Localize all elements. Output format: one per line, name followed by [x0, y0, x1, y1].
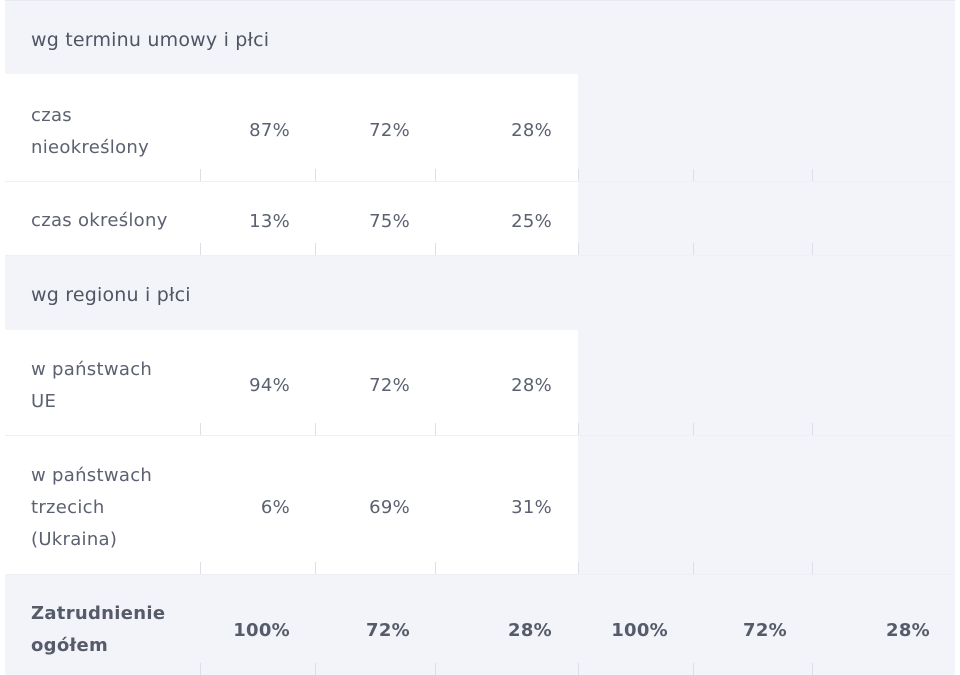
value-cell: 31%: [511, 497, 552, 518]
value-cell: 25%: [511, 211, 552, 232]
value-cell: 94%: [249, 375, 290, 396]
total-value: 100%: [233, 620, 290, 641]
value-cell: 72%: [369, 375, 410, 396]
employment-table: wg terminu umowy i płci czas nieokreślon…: [5, 0, 955, 675]
value-cell: 87%: [249, 120, 290, 141]
row-label: czas nieokreślony: [31, 105, 150, 158]
row-label: w państwach trzecich (Ukraina): [31, 465, 153, 550]
total-row: Zatrudnienie ogółem 100% 72% 28% 100% 72…: [5, 575, 955, 675]
table-row: w państwach UE 94% 72% 28%: [5, 330, 955, 436]
table-row: czas określony 13% 75% 25%: [5, 182, 955, 256]
section-header-region: wg regionu i płci: [5, 256, 955, 330]
total-value: 100%: [611, 620, 668, 641]
section-label: wg regionu i płci: [31, 284, 191, 306]
section-label: wg terminu umowy i płci: [31, 29, 270, 51]
total-value: 72%: [366, 620, 410, 641]
total-value: 28%: [508, 620, 552, 641]
value-cell: 72%: [369, 120, 410, 141]
section-header-contract: wg terminu umowy i płci: [5, 0, 955, 75]
total-label: Zatrudnienie ogółem: [31, 603, 166, 656]
value-cell: 69%: [369, 497, 410, 518]
table-row: w państwach trzecich (Ukraina) 6% 69% 31…: [5, 436, 955, 575]
value-cell: 28%: [511, 375, 552, 396]
value-cell: 13%: [249, 211, 290, 232]
total-value: 72%: [743, 620, 787, 641]
row-label: czas określony: [31, 210, 168, 231]
value-cell: 6%: [260, 497, 290, 518]
value-cell: 28%: [511, 120, 552, 141]
row-label: w państwach UE: [31, 359, 153, 412]
value-cell: 75%: [369, 211, 410, 232]
total-value: 28%: [886, 620, 930, 641]
table-row: czas nieokreślony 87% 72% 28%: [5, 74, 955, 182]
